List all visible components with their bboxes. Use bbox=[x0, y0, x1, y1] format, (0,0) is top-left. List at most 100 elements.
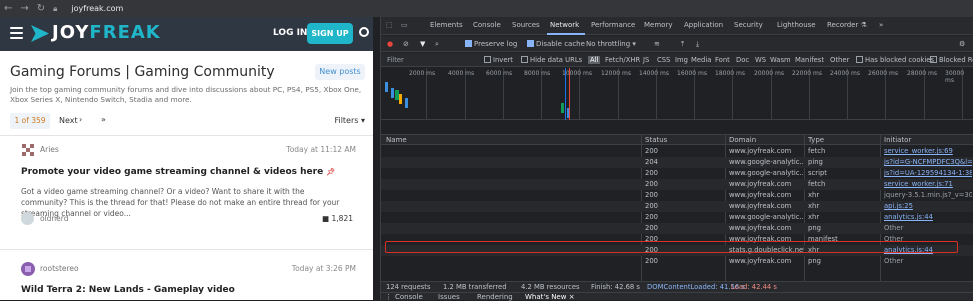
next-page-link[interactable]: Next bbox=[59, 116, 78, 125]
disable-cache-checkbox[interactable]: Disable cache bbox=[527, 40, 585, 48]
preserve-log-checkbox[interactable]: Preserve log bbox=[465, 40, 517, 48]
filter-input[interactable]: Filter bbox=[387, 56, 404, 64]
request-row[interactable]: job.php200www.joyfreak.comxhrjquery-3.5.… bbox=[381, 190, 973, 201]
device-toolbar-icon[interactable]: ▭ bbox=[401, 21, 408, 29]
filter-type-all[interactable]: All bbox=[588, 56, 601, 64]
thread-time: Today at 11:12 AM bbox=[286, 145, 356, 154]
menu-icon[interactable] bbox=[10, 27, 23, 39]
col-status[interactable]: Status bbox=[645, 136, 667, 144]
request-initiator[interactable]: service_worker.js:71 bbox=[884, 180, 972, 188]
col-domain[interactable]: Domain bbox=[729, 136, 756, 144]
filter-type-js[interactable]: JS bbox=[643, 56, 649, 64]
col-initiator[interactable]: Initiator bbox=[884, 136, 911, 144]
request-row[interactable]: analytics.js200www.google-analytic...scr… bbox=[381, 168, 973, 179]
request-domain: www.joyfreak.com bbox=[729, 224, 792, 232]
divider bbox=[0, 135, 373, 136]
filter-type-wasm[interactable]: Wasm bbox=[770, 56, 791, 64]
throttling-value: No throttling bbox=[586, 40, 631, 48]
network-conditions-icon[interactable]: ≋ bbox=[654, 40, 660, 48]
thread-item[interactable]: Aries Today at 11:12 AM Promote your vid… bbox=[0, 143, 373, 243]
blocked-requests-checkbox[interactable]: Blocked Requests bbox=[930, 56, 973, 64]
hide-data-urls-label: Hide data URLs bbox=[530, 56, 583, 64]
tab-console[interactable]: Console bbox=[473, 21, 501, 29]
thread-item[interactable]: rootstereo Today at 3:26 PM Wild Terra 2… bbox=[0, 262, 373, 300]
request-domain: www.google-analytic... bbox=[729, 213, 804, 221]
timeline-request-bar bbox=[385, 82, 388, 92]
network-overview-timeline[interactable]: 2000 ms 4000 ms 6000 ms 8000 ms 10000 ms 1200… bbox=[381, 68, 973, 120]
filter-type-manifest[interactable]: Manifest bbox=[795, 56, 824, 64]
request-status: 204 bbox=[645, 158, 658, 166]
clear-icon[interactable]: ⊘ bbox=[403, 40, 409, 48]
devtools-panel: ⬚ ▭ Elements Console Sources Network Per… bbox=[380, 17, 973, 301]
tab-elements[interactable]: Elements bbox=[430, 21, 463, 29]
record-icon[interactable]: ● bbox=[387, 40, 393, 48]
resources-size: 4.2 MB resources bbox=[521, 283, 580, 291]
request-row[interactable]: favicon.png200www.joyfreak.compngOther bbox=[381, 223, 973, 234]
search-icon[interactable] bbox=[359, 27, 369, 37]
tab-memory[interactable]: Memory bbox=[644, 21, 672, 29]
forward-icon[interactable]: → bbox=[20, 3, 28, 14]
filter-type-doc[interactable]: Doc bbox=[736, 56, 749, 64]
export-har-icon[interactable]: ⤓ bbox=[696, 40, 699, 49]
back-icon[interactable]: ← bbox=[4, 3, 12, 14]
request-row[interactable]: collect?v=1&_v=j96&a=1528811849&t=pagevi… bbox=[381, 212, 973, 223]
col-type[interactable]: Type bbox=[808, 136, 824, 144]
tab-recorder[interactable]: Recorder ⚗︎ bbox=[827, 21, 867, 29]
inspect-icon[interactable]: ⬚ bbox=[386, 21, 393, 29]
filter-type-css[interactable]: CSS bbox=[657, 56, 670, 64]
more-tabs-icon[interactable]: » bbox=[879, 21, 883, 29]
thread-author[interactable]: rootstereo bbox=[40, 264, 79, 273]
throttling-select[interactable]: No throttling ▾ bbox=[586, 40, 636, 48]
login-button[interactable]: LOG IN bbox=[273, 28, 307, 38]
request-initiator[interactable]: service_worker.js:69 bbox=[884, 147, 972, 155]
tab-network[interactable]: Network bbox=[550, 21, 579, 29]
logo-icon[interactable] bbox=[31, 25, 49, 42]
settings-gear-icon[interactable]: ⚙ bbox=[959, 40, 965, 48]
request-row[interactable]: collect?v=2&tid=G-NCFMPDFC3Q&gtm=2oe5b0&… bbox=[381, 157, 973, 168]
request-initiator[interactable]: api.js:25 bbox=[884, 202, 972, 210]
request-initiator[interactable]: analytics.js:44 bbox=[884, 213, 972, 221]
timeline-tick-label: 12000 ms bbox=[601, 70, 631, 77]
address-bar[interactable]: joyfreak.com bbox=[71, 4, 123, 13]
next-arrow-icon[interactable]: › bbox=[79, 115, 82, 124]
request-status: 200 bbox=[645, 191, 658, 199]
tab-application[interactable]: Application bbox=[684, 21, 723, 29]
request-domain: www.google-analytic... bbox=[729, 158, 804, 166]
request-row[interactable]: result?req_id=70ea5ad0582978b5200www.joy… bbox=[381, 201, 973, 212]
filter-type-img[interactable]: Img bbox=[675, 56, 688, 64]
tab-lighthouse[interactable]: Lighthouse bbox=[777, 21, 816, 29]
last-poster[interactable]: oldnerd bbox=[40, 214, 69, 223]
new-posts-button[interactable]: New posts bbox=[315, 64, 365, 80]
request-row[interactable]: index.php?sw/offline200www.joyfreak.comf… bbox=[381, 179, 973, 190]
filters-dropdown[interactable]: Filters ▾ bbox=[334, 116, 365, 125]
filter-type-media[interactable]: Media bbox=[691, 56, 711, 64]
request-initiator[interactable]: js?id=UA-129594134-1:38 bbox=[884, 169, 972, 177]
thread-author[interactable]: Aries bbox=[40, 145, 59, 154]
lock-icon[interactable]: 🔒︎ bbox=[53, 4, 57, 14]
filter-type-other[interactable]: Other bbox=[830, 56, 849, 64]
reload-icon[interactable]: ↻ bbox=[37, 3, 45, 14]
page-indicator[interactable]: 1 of 359 bbox=[10, 113, 50, 129]
request-row[interactable]: index.php?sw/cache.json200www.joyfreak.c… bbox=[381, 146, 973, 157]
filter-type-fetch-xhr[interactable]: Fetch/XHR bbox=[605, 56, 640, 64]
tab-security[interactable]: Security bbox=[734, 21, 763, 29]
col-name[interactable]: Name bbox=[386, 136, 407, 144]
invert-checkbox[interactable]: Invert bbox=[484, 56, 513, 64]
blocked-cookies-checkbox[interactable]: Has blocked cookies bbox=[856, 56, 934, 64]
thread-title[interactable]: Wild Terra 2: New Lands - Gameplay video bbox=[21, 285, 235, 295]
search-icon[interactable]: ⌕ bbox=[435, 40, 439, 49]
tab-sources[interactable]: Sources bbox=[512, 21, 540, 29]
filter-type-ws[interactable]: WS bbox=[755, 56, 766, 64]
last-page-icon[interactable]: » bbox=[101, 115, 106, 124]
request-initiator[interactable]: js?id=G-NCFMPDFC3Q&l=... bbox=[884, 158, 972, 166]
import-har-icon[interactable]: ⤒ bbox=[681, 40, 684, 49]
signup-button[interactable]: SIGN UP bbox=[307, 23, 353, 44]
thread-title[interactable]: Promote your video game streaming channe… bbox=[21, 167, 335, 177]
filter-icon[interactable]: ▼ bbox=[420, 40, 425, 48]
site-logo[interactable]: JOYFREAK bbox=[52, 22, 161, 43]
hide-data-urls-checkbox[interactable]: Hide data URLs bbox=[521, 56, 582, 64]
tab-performance[interactable]: Performance bbox=[591, 21, 635, 29]
timeline-tick-label: 22000 ms bbox=[792, 70, 822, 77]
filter-type-font[interactable]: Font bbox=[715, 56, 730, 64]
request-row[interactable]: joyfreak-icon-192.png200www.joyfreak.com… bbox=[381, 256, 973, 267]
